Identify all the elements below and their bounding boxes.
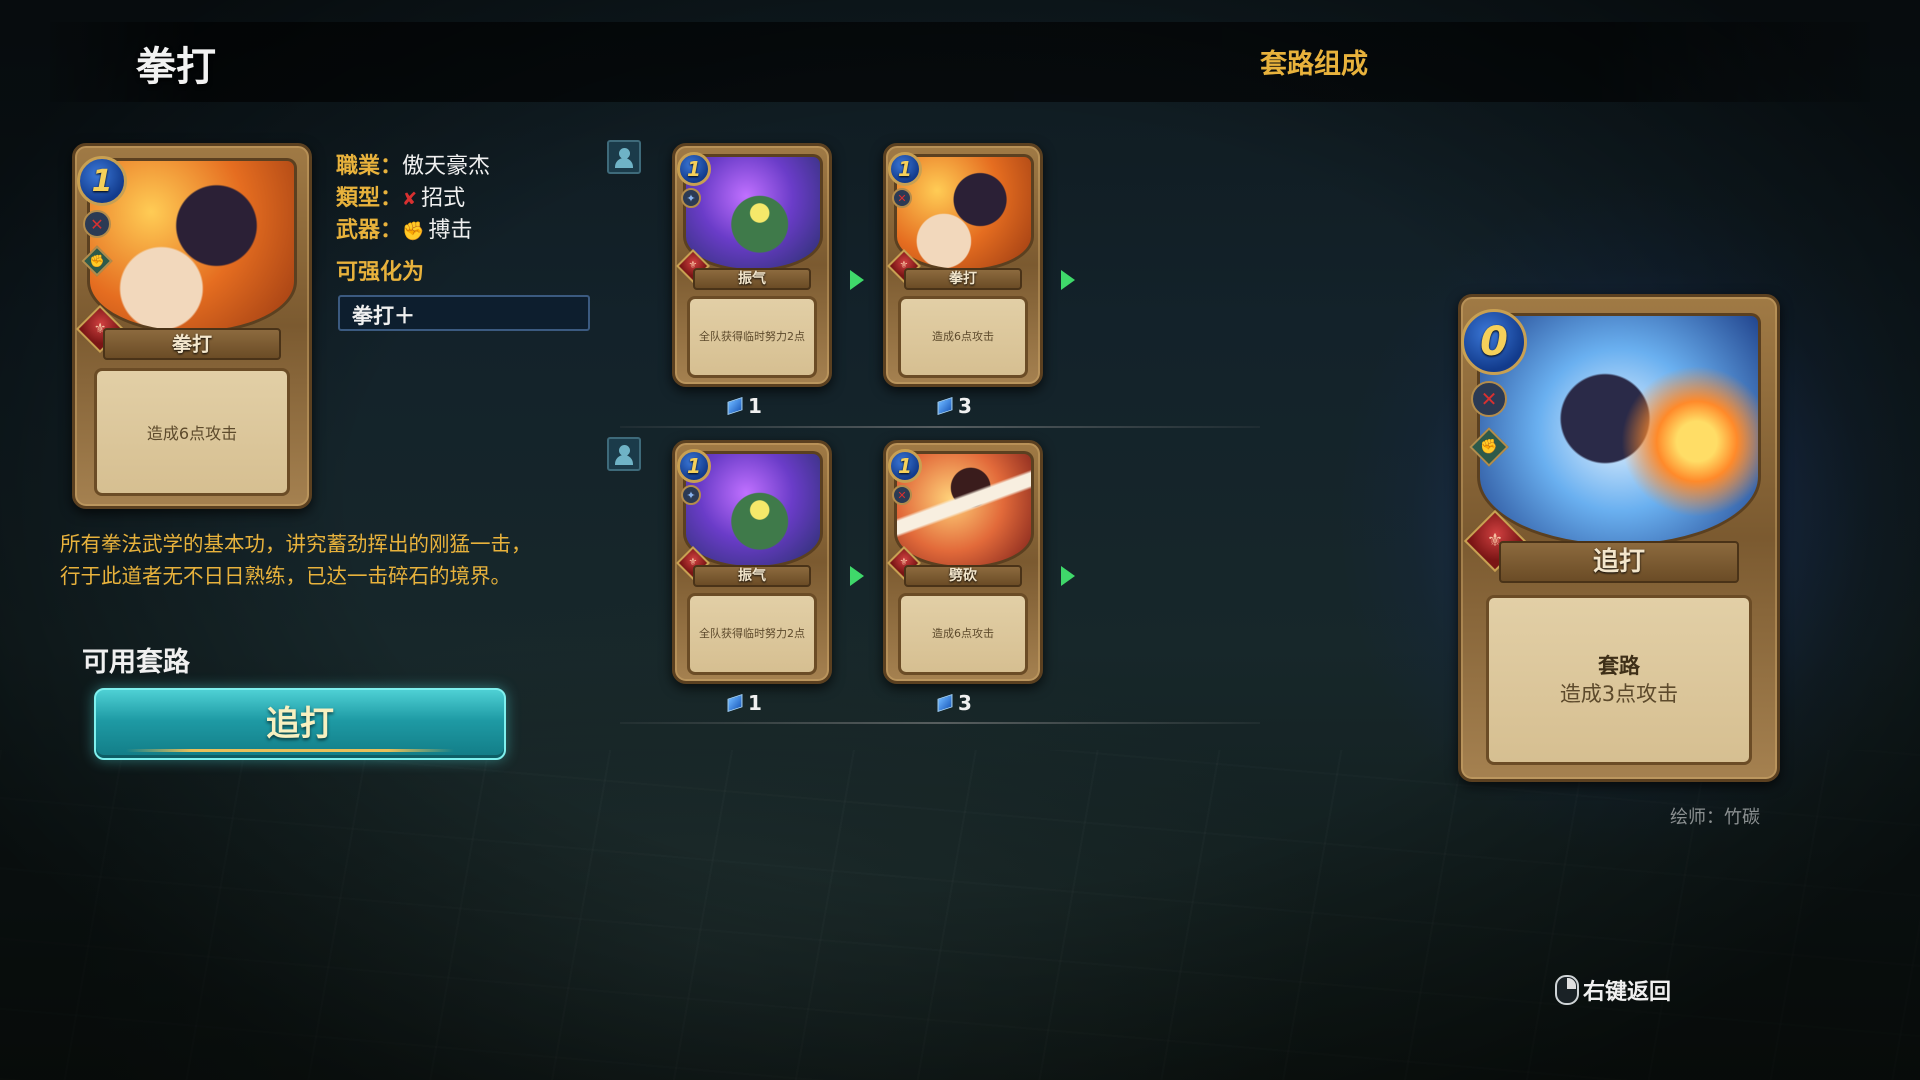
header-band [50, 22, 1870, 102]
back-hint-label: 右键返回 [1583, 980, 1672, 1005]
cost-orb: 1 [77, 156, 127, 206]
upgrade-label: 可强化为 [336, 260, 425, 285]
type-value: 招式 [421, 186, 466, 211]
sequence-divider [620, 722, 1260, 724]
weapon-value: 搏击 [428, 218, 473, 243]
available-combos-label: 可用套路 [82, 647, 190, 678]
result-card: 0 ✕ ✊ ⚜ 追打 套路 造成3点攻击 [1458, 294, 1780, 782]
card-text-box: 全队获得临时努力2点 [687, 296, 817, 378]
move-type-icon: ✕ [1471, 381, 1507, 417]
card-effect-text: 造成6点攻击 [932, 627, 994, 640]
artist-credit: 绘师：竹碳 [1670, 807, 1760, 828]
back-button[interactable]: 右键返回 [1555, 974, 1671, 1006]
cost-value: 1 [687, 157, 701, 181]
party-member-icon [607, 437, 641, 471]
sequence-card[interactable]: 1 ✦ ⚜ 振气 全队获得临时努力2点 [672, 143, 832, 387]
card-effect-text: 造成3点攻击 [1559, 682, 1679, 706]
card-effect-text: 全队获得临时努力2点 [699, 330, 805, 343]
card-count: 1 [727, 394, 762, 418]
cost-orb: 1 [677, 449, 711, 483]
sequence-card[interactable]: 1 ✕ ⚜ 拳打 造成6点攻击 [883, 143, 1043, 387]
card-text-box: 造成6点攻击 [898, 593, 1028, 675]
card-count: 3 [937, 394, 972, 418]
move-type-icon: ✦ [681, 188, 701, 208]
sequence-divider [620, 426, 1260, 428]
card-text-box: 套路 造成3点攻击 [1486, 595, 1752, 765]
sequence-arrow-icon [1061, 566, 1075, 586]
card-count-value: 3 [958, 691, 972, 715]
sequence-arrow-icon [1061, 270, 1075, 290]
weapon-row: 武器：✊ 搏击 [336, 212, 472, 244]
card-count-gem-icon [727, 397, 743, 415]
cost-value: 0 [1480, 319, 1508, 365]
card-effect-text: 造成6点攻击 [932, 330, 994, 343]
cost-value: 1 [898, 454, 912, 478]
background-floor [0, 750, 1920, 1080]
upgrade-card-link[interactable]: 拳打＋ [338, 295, 590, 331]
profession-value: 傲天豪杰 [402, 154, 491, 179]
card-text-box: 全队获得临时努力2点 [687, 593, 817, 675]
sequence-card[interactable]: 1 ✕ ⚜ 劈砍 造成6点攻击 [883, 440, 1043, 684]
main-card: 1 ✕ ✊ ⚜ 拳打 造成6点攻击 [72, 143, 312, 509]
profession-key: 職業： [336, 154, 403, 179]
type-key: 類型： [336, 186, 403, 211]
type-row: 類型：✘ 招式 [336, 180, 465, 212]
card-count-gem-icon [937, 694, 953, 712]
weapon-key: 武器： [336, 218, 403, 243]
page-title: 拳打 [136, 44, 216, 90]
sequence-arrow-icon [850, 566, 864, 586]
card-name-plate: 振气 [693, 565, 811, 587]
cost-value: 1 [687, 454, 701, 478]
party-member-icon [607, 140, 641, 174]
section-title: 套路组成 [1260, 49, 1368, 80]
sequence-card[interactable]: 1 ✦ ⚜ 振气 全队获得临时努力2点 [672, 440, 832, 684]
card-text-box: 造成6点攻击 [93, 368, 291, 496]
move-type-icon: ✦ [681, 485, 701, 505]
card-name-plate: 拳打 [103, 328, 281, 360]
move-type-icon: ✕ [83, 210, 111, 238]
move-type-icon: ✕ [892, 188, 912, 208]
move-type-icon: ✕ [892, 485, 912, 505]
cost-orb: 1 [677, 152, 711, 186]
move-type-icon: ✘ [402, 189, 418, 210]
cost-orb: 1 [888, 449, 922, 483]
card-count-value: 3 [958, 394, 972, 418]
cost-orb: 1 [888, 152, 922, 186]
combo-button-chase[interactable]: 追打 [94, 688, 506, 760]
card-count: 1 [727, 691, 762, 715]
card-count-value: 1 [748, 394, 762, 418]
mouse-right-click-icon [1555, 975, 1579, 1005]
fist-weapon-icon: ✊ [402, 221, 425, 242]
cost-orb: 0 [1461, 309, 1527, 375]
card-effect-title: 套路 [1598, 654, 1640, 678]
card-text-box: 造成6点攻击 [898, 296, 1028, 378]
card-count-value: 1 [748, 691, 762, 715]
cost-value: 1 [898, 157, 912, 181]
card-count: 3 [937, 691, 972, 715]
cost-value: 1 [91, 163, 113, 199]
card-effect-text: 造成6点攻击 [146, 424, 238, 443]
combo-button-label: 追打 [266, 704, 334, 744]
card-name-plate: 振气 [693, 268, 811, 290]
profession-row: 職業：傲天豪杰 [336, 148, 490, 180]
lore-text: 所有拳法武学的基本功，讲究蓄劲挥出的刚猛一击，行于此道者无不日日熟练，已达一击碎… [60, 532, 532, 588]
card-effect-text: 全队获得临时努力2点 [699, 627, 805, 640]
sequence-arrow-icon [850, 270, 864, 290]
card-name-plate: 劈砍 [904, 565, 1022, 587]
button-underline [126, 749, 454, 752]
card-name-plate: 拳打 [904, 268, 1022, 290]
card-count-gem-icon [937, 397, 953, 415]
card-count-gem-icon [727, 694, 743, 712]
card-name-plate: 追打 [1498, 541, 1740, 583]
